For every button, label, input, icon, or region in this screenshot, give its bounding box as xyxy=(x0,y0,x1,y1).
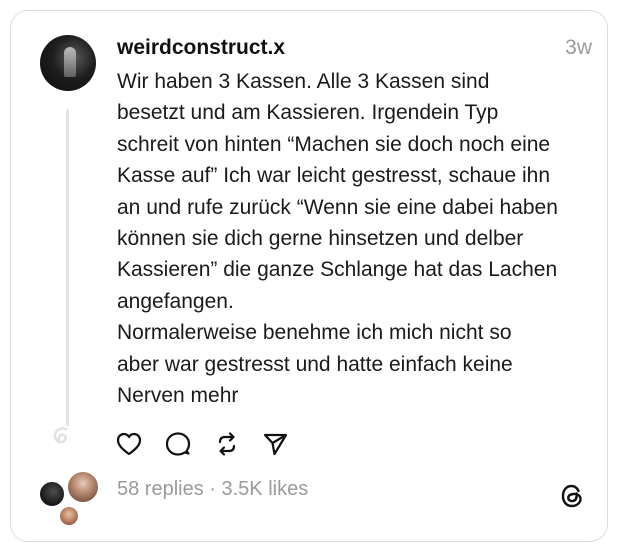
replier-avatar[interactable] xyxy=(38,480,66,508)
post-line: an und rufe zurück “Wenn sie eine dabei … xyxy=(117,195,558,219)
post-line: aber war gestresst und hatte einfach kei… xyxy=(117,352,513,376)
reply-button[interactable] xyxy=(163,429,193,459)
post-text: Wir haben 3 Kassen. Alle 3 Kassen sind b… xyxy=(117,66,587,411)
thread-loop-icon xyxy=(53,427,68,444)
post-line: besetzt und am Kassieren. Irgendein Typ xyxy=(117,101,499,125)
post-line: Wir haben 3 Kassen. Alle 3 Kassen sind xyxy=(117,70,490,93)
username[interactable]: weirdconstruct.x xyxy=(117,36,285,60)
author-avatar[interactable] xyxy=(40,35,96,91)
thread-line xyxy=(66,109,69,426)
post-line: angefangen. xyxy=(117,289,234,313)
post-time: 3w xyxy=(565,36,592,59)
like-button[interactable] xyxy=(114,429,144,459)
post-line: Kassieren” die ganze Schlange hat das La… xyxy=(117,258,558,282)
post-line: Kasse auf” Ich war leicht gestresst, sch… xyxy=(117,164,551,188)
repost-icon xyxy=(218,432,236,456)
post-line: schreit von hinten “Machen sie doch noch… xyxy=(117,132,551,156)
repost-button[interactable] xyxy=(212,429,242,459)
comment-icon xyxy=(165,432,191,456)
threads-logo-icon xyxy=(561,484,582,508)
engagement-stats[interactable]: 58 replies · 3.5K likes xyxy=(117,478,308,501)
share-button[interactable] xyxy=(260,429,290,459)
post-line: Normalerweise benehme ich mich nicht so xyxy=(117,321,512,345)
replier-avatar[interactable] xyxy=(66,470,100,504)
post-line: Nerven mehr xyxy=(117,384,239,408)
post-line: können sie dich gerne hinsetzen und delb… xyxy=(117,227,524,251)
heart-icon xyxy=(116,432,142,456)
send-icon xyxy=(263,433,288,456)
replier-avatar[interactable] xyxy=(58,505,80,527)
